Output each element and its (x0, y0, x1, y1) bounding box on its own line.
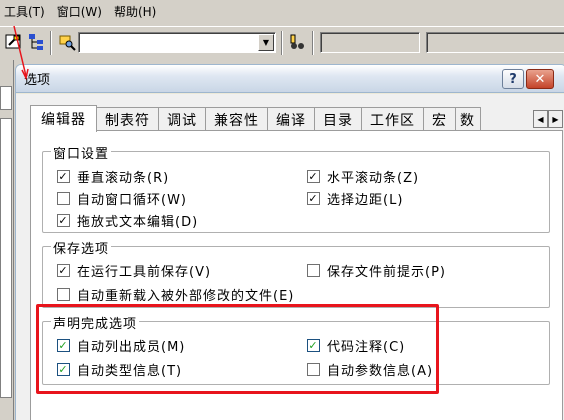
tab-tabs[interactable]: 制表符 (96, 107, 159, 131)
find-in-files-icon[interactable] (56, 31, 78, 53)
help-button[interactable]: ? (502, 69, 524, 89)
option-label: 选择边距(L) (327, 193, 404, 208)
option-label: 拖放式文本编辑(D) (77, 215, 199, 230)
find-icon[interactable] (286, 31, 308, 53)
tab-macros[interactable]: 宏 (423, 107, 456, 131)
option-horizontal-scrollbar[interactable]: ✓ 水平滚动条(Z) (307, 167, 419, 186)
window-settings-group: 窗口设置 ✓ 垂直滚动条(R) ✓ 水平滚动条(Z) 自动窗口循环(W) ✓ 选… (42, 143, 550, 233)
class-view-icon[interactable] (25, 31, 47, 53)
tab-debug[interactable]: 调试 (158, 107, 206, 131)
option-save-before-tools[interactable]: ✓ 在运行工具前保存(V) (57, 261, 211, 280)
dialog-title: 选项 (24, 73, 51, 88)
option-label: 水平滚动条(Z) (327, 171, 420, 186)
menu-window[interactable]: 窗口(W) (51, 1, 108, 23)
workspace-pane (0, 118, 12, 398)
config-combo[interactable] (320, 32, 420, 53)
tab-data[interactable]: 数 (455, 107, 481, 131)
checkbox-unchecked[interactable] (57, 288, 70, 301)
option-label: 在运行工具前保存(V) (77, 265, 212, 280)
save-options-group: 保存选项 ✓ 在运行工具前保存(V) 保存文件前提示(P) 自动重新载入被外部修… (42, 238, 550, 308)
checkbox-unchecked[interactable] (307, 264, 320, 277)
option-auto-window-recycle[interactable]: 自动窗口循环(W) (57, 189, 187, 208)
toolbar-separator (281, 31, 283, 55)
toolbar-separator (50, 31, 52, 55)
checkbox-checked[interactable]: ✓ (307, 192, 320, 205)
option-label: 垂直滚动条(R) (77, 171, 170, 186)
dialog-titlebar: 选项 (16, 65, 564, 93)
group-title: 保存选项 (51, 238, 112, 257)
toolbar-separator (312, 31, 314, 55)
tab-build[interactable]: 编译 (267, 107, 315, 131)
checkbox-checked[interactable]: ✓ (57, 264, 70, 277)
option-vertical-scrollbar[interactable]: ✓ 垂直滚动条(R) (57, 167, 169, 186)
option-drag-drop-edit[interactable]: ✓ 拖放式文本编辑(D) (57, 211, 198, 230)
tab-compatibility[interactable]: 兼容性 (205, 107, 268, 131)
option-label: 自动窗口循环(W) (77, 193, 187, 208)
checkbox-checked[interactable]: ✓ (57, 214, 70, 227)
chevron-left-icon[interactable]: ◀ (533, 110, 548, 128)
menu-help[interactable]: 帮助(H) (108, 1, 162, 23)
option-label: 保存文件前提示(P) (327, 265, 446, 280)
toolbar: ▼ (0, 26, 564, 58)
checkbox-checked[interactable]: ✓ (57, 170, 70, 183)
group-title: 窗口设置 (51, 143, 112, 162)
close-button[interactable]: ✕ (526, 69, 554, 89)
chevron-right-icon[interactable]: ▶ (548, 110, 563, 128)
highlight-box (36, 304, 439, 394)
tab-directories[interactable]: 目录 (314, 107, 362, 131)
option-prompt-before-save[interactable]: 保存文件前提示(P) (307, 261, 446, 280)
tab-editor[interactable]: 编辑器 (30, 105, 97, 132)
checkbox-unchecked[interactable] (57, 192, 70, 205)
option-label: 自动重新载入被外部修改的文件(E) (77, 289, 295, 304)
menu-tools[interactable]: 工具(T) (0, 1, 51, 23)
option-auto-reload[interactable]: 自动重新载入被外部修改的文件(E) (57, 285, 294, 304)
option-selection-margin[interactable]: ✓ 选择边距(L) (307, 189, 403, 208)
find-combo[interactable]: ▼ (78, 32, 276, 53)
tab-scroller: ◀ ▶ (533, 110, 563, 128)
tab-workspace[interactable]: 工作区 (361, 107, 424, 131)
checkbox-checked[interactable]: ✓ (307, 170, 320, 183)
chevron-down-icon[interactable]: ▼ (258, 34, 274, 51)
workspace-tab (0, 86, 12, 110)
menu-bar: 工具(T) 窗口(W) 帮助(H) (0, 0, 564, 24)
platform-combo[interactable] (426, 32, 564, 53)
browse-icon[interactable] (3, 31, 25, 53)
tab-strip: 编辑器 制表符 调试 兼容性 编译 目录 工作区 宏 数 (30, 105, 481, 132)
find-combo-value (79, 35, 83, 49)
